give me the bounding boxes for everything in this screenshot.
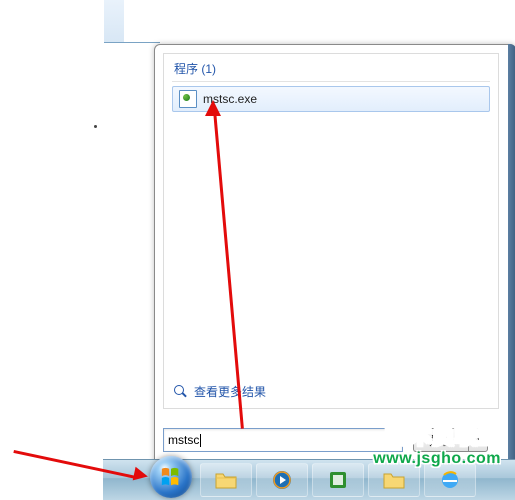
start-button[interactable] — [150, 456, 192, 498]
taskbar-ie-button[interactable] — [424, 463, 476, 497]
programs-count: (1) — [201, 62, 216, 76]
chevron-right-icon — [474, 436, 482, 444]
background-window-fragment — [123, 0, 160, 43]
annotation-arrow-1-head — [133, 467, 150, 484]
folder-icon — [214, 468, 238, 492]
clear-search-icon[interactable]: ✕ — [384, 433, 398, 447]
start-menu-bottom-row: mstsc ✕ 关机 — [163, 425, 503, 455]
screenshot-canvas: { "start_menu": { "section_label": "程序",… — [0, 0, 515, 500]
taskbar-folder-button[interactable] — [368, 463, 420, 497]
more-results-label: 查看更多结果 — [194, 383, 266, 400]
programs-label: 程序 — [174, 62, 198, 76]
shutdown-label: 关机 — [429, 432, 453, 449]
section-divider — [172, 81, 490, 82]
search-icon — [174, 385, 188, 399]
media-player-icon — [270, 468, 294, 492]
internet-explorer-icon — [438, 468, 462, 492]
shutdown-options-button[interactable] — [468, 428, 488, 452]
text-caret — [200, 434, 201, 447]
application-icon — [179, 90, 197, 108]
shutdown-button[interactable]: 关机 — [413, 428, 468, 452]
taskbar-media-player-button[interactable] — [256, 463, 308, 497]
search-box[interactable]: mstsc ✕ — [163, 428, 403, 452]
start-menu-right-strip — [508, 44, 515, 466]
artifact-dot — [94, 125, 97, 128]
taskbar-app-button[interactable] — [312, 463, 364, 497]
annotation-arrow-2-head — [205, 100, 221, 116]
windows-logo-icon — [160, 466, 182, 488]
search-input-text: mstsc — [168, 433, 199, 447]
see-more-results-link[interactable]: 查看更多结果 — [174, 383, 266, 400]
programs-section-header: 程序 (1) — [164, 54, 498, 79]
shutdown-button-group: 关机 — [413, 428, 488, 452]
taskbar-explorer-button[interactable] — [200, 463, 252, 497]
folder-icon — [382, 468, 406, 492]
square-app-icon — [326, 468, 350, 492]
taskbar-pinned-apps — [200, 463, 476, 497]
